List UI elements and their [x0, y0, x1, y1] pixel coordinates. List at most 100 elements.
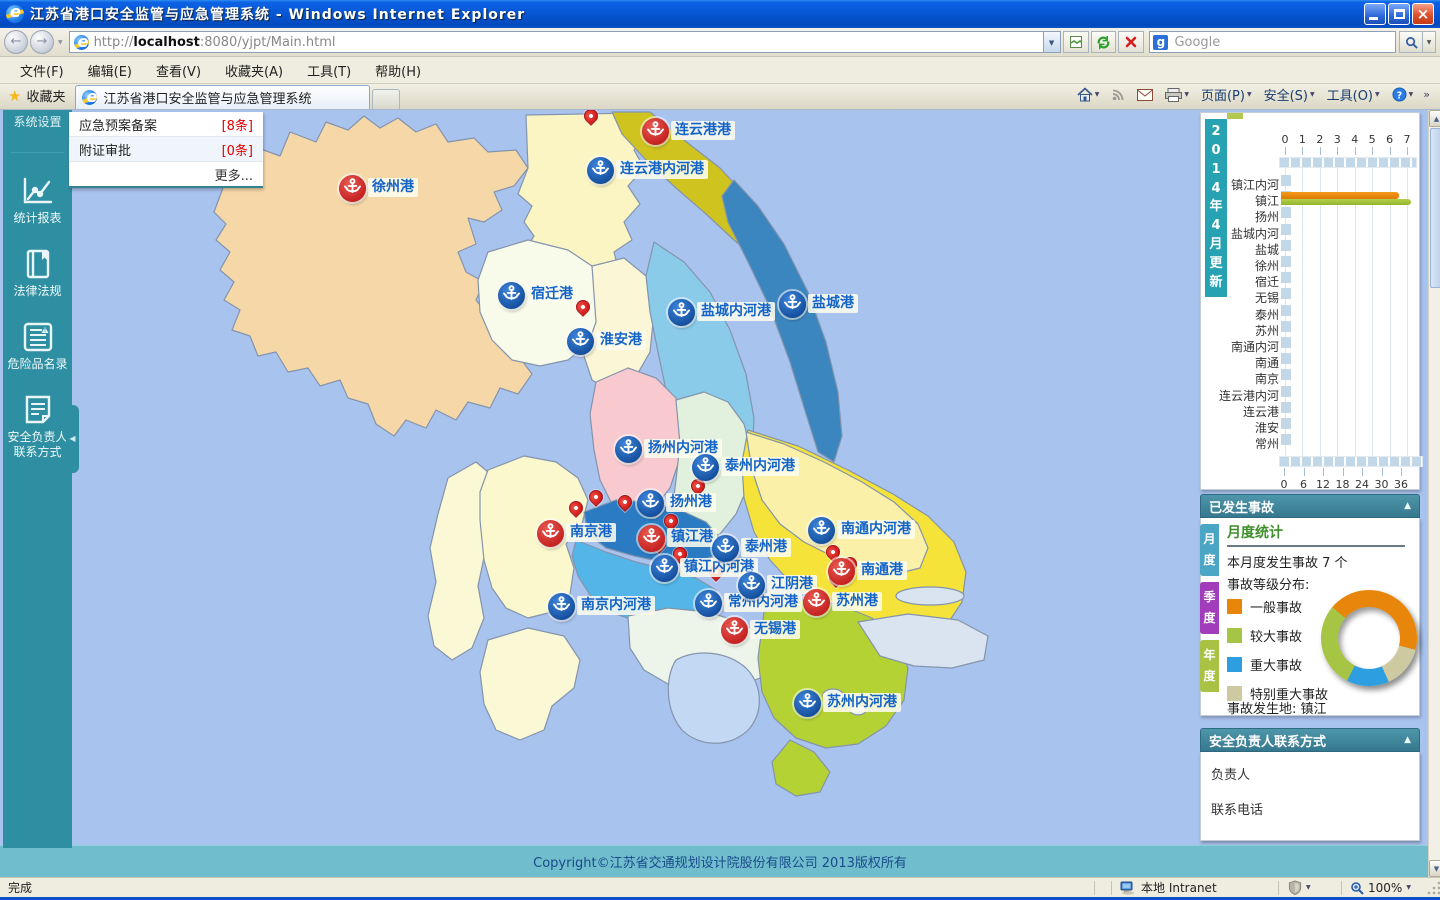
port-marker-blue[interactable] — [636, 489, 664, 517]
monthly-stats-title: 月度统计 — [1227, 525, 1283, 541]
accidents-panel-header[interactable]: 已发生事故 ▲ — [1200, 494, 1420, 518]
chart-category-label: 连云港 — [1242, 404, 1279, 419]
active-tab[interactable]: 江苏省港口安全监管与应急管理系统 — [75, 85, 371, 109]
menu-item-5[interactable]: 帮助(H) — [363, 58, 433, 83]
collapse-arrow-icon[interactable]: ▲ — [1404, 501, 1411, 511]
compatibility-view-button[interactable] — [1062, 31, 1089, 53]
bottom-axis-tick: 24 — [1355, 478, 1369, 492]
port-marker-blue[interactable] — [650, 554, 678, 582]
port-marker-blue[interactable] — [711, 534, 739, 562]
port-marker-red[interactable] — [720, 616, 748, 644]
port-marker-blue[interactable] — [778, 290, 806, 318]
port-marker-blue[interactable] — [547, 592, 575, 620]
port-marker-blue[interactable] — [614, 435, 642, 463]
page-menu-button[interactable]: 页面(P) ▼ — [1197, 83, 1256, 106]
menu-item-2[interactable]: 查看(V) — [144, 58, 213, 83]
quick-panel-row-license-approval[interactable]: 附证审批 [0条] — [69, 137, 263, 162]
port-label: 南京港 — [566, 523, 616, 542]
favorites-button[interactable]: ★ 收藏夹 — [0, 86, 75, 109]
ie-icon — [6, 5, 24, 23]
period-tab-0[interactable]: 月度 — [1200, 524, 1219, 576]
sidebar-item-1[interactable]: 法律法规 — [3, 248, 72, 299]
top-axis-tick: 1 — [1298, 133, 1306, 146]
sidebar-item-3[interactable]: 安全负责人联系方式 — [3, 394, 72, 460]
bottom-axis-tick: 36 — [1394, 478, 1408, 492]
history-dropdown-icon[interactable]: ▼ — [58, 39, 63, 46]
search-input[interactable]: g Google — [1149, 31, 1397, 53]
address-dropdown[interactable]: ▼ — [1043, 31, 1061, 53]
sidebar-collapse-handle[interactable]: ◀ — [66, 405, 79, 473]
resize-grip[interactable] — [1426, 879, 1440, 896]
top-axis-tick: 6 — [1386, 133, 1394, 146]
back-button[interactable]: ← — [4, 30, 28, 54]
more-link[interactable]: 更多... — [69, 162, 263, 186]
mail-button[interactable] — [1133, 87, 1157, 103]
top-axis-tick: 3 — [1333, 133, 1341, 146]
close-button[interactable]: × — [1412, 3, 1434, 25]
port-label: 盐城内河港 — [697, 302, 775, 321]
feeds-button[interactable] — [1107, 86, 1129, 104]
address-input[interactable]: http://localhost:8080/yjpt/Main.html — [68, 31, 1044, 53]
menu-item-0[interactable]: 文件(F) — [8, 58, 76, 83]
home-button[interactable]: ▼ — [1073, 85, 1104, 104]
port-marker-red[interactable] — [536, 519, 564, 547]
port-marker-blue[interactable] — [737, 571, 765, 599]
port-label: 淮安港 — [596, 331, 646, 350]
safety-menu-button[interactable]: 安全(S) ▼ — [1260, 83, 1319, 106]
period-tab-1[interactable]: 季度 — [1200, 582, 1219, 634]
print-button[interactable]: ▼ — [1161, 86, 1193, 104]
port-marker-red[interactable] — [802, 588, 830, 616]
port-marker-red[interactable] — [637, 524, 665, 552]
port-marker-red[interactable] — [827, 557, 855, 585]
sidebar-item-system-settings[interactable]: 系统设置 — [3, 110, 72, 130]
scroll-up-button[interactable]: ▲ — [1429, 110, 1440, 127]
port-marker-blue[interactable] — [694, 589, 722, 617]
port-label: 无锡港 — [750, 620, 800, 639]
vertical-scrollbar[interactable]: ▲ ▼ — [1428, 110, 1440, 877]
port-marker-blue[interactable] — [497, 281, 525, 309]
tab-bar: ★ 收藏夹 江苏省港口安全监管与应急管理系统 ▼ ▼ 页面(P)▼ 安全(S)▼… — [0, 84, 1440, 110]
left-sidebar: 系统设置 统计报表法律法规 ! 危险品名录安全负责人联系方式 — [3, 110, 72, 848]
collapse-arrow-icon[interactable]: ▲ — [1404, 735, 1411, 745]
sidebar-item-0[interactable]: 统计报表 — [3, 175, 72, 226]
search-button[interactable] — [1399, 31, 1424, 53]
new-tab-button[interactable] — [372, 89, 401, 109]
search-options-dropdown[interactable]: ▼ — [1423, 31, 1437, 53]
overflow-chevron-icon[interactable]: » — [1421, 88, 1432, 101]
refresh-button[interactable] — [1090, 31, 1117, 53]
bottom-axis-tick: 6 — [1300, 478, 1307, 492]
port-marker-blue[interactable] — [566, 327, 594, 355]
port-marker-red[interactable] — [641, 117, 669, 145]
compatibility-icon — [1069, 36, 1082, 48]
port-marker-blue[interactable] — [667, 298, 695, 326]
scroll-thumb[interactable] — [1430, 128, 1440, 288]
chart-category-label: 南通 — [1254, 356, 1279, 371]
help-button[interactable]: ? ▼ — [1388, 85, 1418, 104]
menu-item-4[interactable]: 工具(T) — [295, 58, 363, 83]
zoom-control[interactable]: 100% ▼ — [1350, 881, 1426, 895]
legend-label: 重大事故 — [1250, 659, 1303, 674]
menu-item-1[interactable]: 编辑(E) — [76, 58, 144, 83]
port-marker-blue[interactable] — [586, 156, 614, 184]
maximize-button[interactable] — [1388, 3, 1410, 25]
sidebar-item-2[interactable]: ! 危险品名录 — [3, 321, 72, 372]
intranet-icon — [1120, 881, 1134, 895]
tools-menu-button[interactable]: 工具(O) ▼ — [1323, 83, 1384, 106]
quick-panel-row-emergency-plan[interactable]: 应急预案备案 [8条] — [69, 112, 263, 137]
forward-button[interactable]: → — [29, 30, 54, 54]
menu-item-3[interactable]: 收藏夹(A) — [213, 58, 295, 83]
scroll-down-button[interactable]: ▼ — [1429, 860, 1440, 877]
port-marker-red[interactable] — [338, 174, 366, 202]
minimize-button[interactable] — [1364, 3, 1386, 25]
bottom-axis-tick: 12 — [1316, 478, 1330, 492]
contact-panel-header[interactable]: 安全负责人联系方式 ▲ — [1200, 728, 1420, 752]
protected-mode-button[interactable]: ▼ — [1287, 880, 1333, 895]
period-tab-2[interactable]: 年度 — [1200, 640, 1219, 692]
stop-button[interactable] — [1118, 31, 1145, 53]
contact-panel: 安全负责人联系方式 ▲ 负责人 联系电话 — [1200, 728, 1420, 841]
port-marker-blue[interactable] — [807, 516, 835, 544]
port-label: 徐州港 — [368, 178, 418, 197]
port-marker-blue[interactable] — [793, 689, 821, 717]
home-icon — [1077, 87, 1093, 102]
port-marker-blue[interactable] — [691, 453, 719, 481]
